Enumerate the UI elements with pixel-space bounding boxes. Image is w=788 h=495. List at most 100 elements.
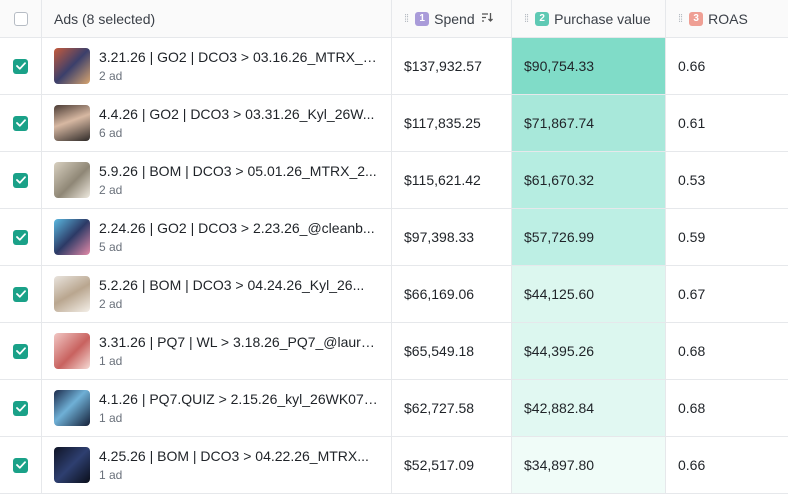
roas-value: 0.66 (678, 58, 706, 74)
checkmark-icon (15, 62, 26, 70)
ad-cell[interactable]: 5.9.26 | BOM | DCO3 > 05.01.26_MTRX_2...… (42, 152, 392, 208)
drag-handle-icon[interactable]: ⁞⁞ (524, 13, 529, 25)
metric-badge: 1 (415, 11, 430, 26)
ad-count: 6 ad (99, 126, 123, 140)
ad-cell[interactable]: 4.25.26 | BOM | DCO3 > 04.22.26_MTRX... … (42, 437, 392, 493)
ad-thumbnail-image[interactable] (54, 162, 90, 198)
ad-thumbnail-image[interactable] (54, 333, 90, 369)
ad-thumbnail-image[interactable] (54, 219, 90, 255)
row-checkbox[interactable] (13, 400, 28, 416)
row-checkbox[interactable] (13, 115, 28, 131)
checkmark-icon (15, 233, 26, 241)
column-header-purchase-value[interactable]: ⁞⁞ 2 Purchase value (512, 0, 666, 37)
row-checkbox[interactable] (13, 286, 28, 302)
table-row[interactable]: 4.1.26 | PQ7.QUIZ > 2.15.26_kyl_26WK07_.… (0, 380, 788, 437)
spend-value: $97,398.33 (404, 229, 475, 245)
ad-cell[interactable]: 5.2.26 | BOM | DCO3 > 04.24.26_Kyl_26...… (42, 266, 392, 322)
checkmark-icon (15, 404, 26, 412)
row-select-cell[interactable] (0, 209, 42, 265)
table-row[interactable]: 4.25.26 | BOM | DCO3 > 04.22.26_MTRX... … (0, 437, 788, 494)
purchase-value: $71,867.74 (524, 115, 595, 131)
row-checkbox[interactable] (13, 457, 28, 473)
spend-value: $117,835.25 (404, 115, 481, 131)
purchase-value-cell: $90,754.33 (512, 38, 666, 94)
column-header-spend[interactable]: ⁞⁞ 1 Spend (392, 0, 512, 37)
purchase-value: $44,395.26 (524, 343, 595, 359)
purchase-value-cell: $71,867.74 (512, 95, 666, 151)
purchase-value: $34,897.80 (524, 457, 595, 473)
ad-count: 1 ad (99, 468, 123, 482)
purchase-value-cell: $44,395.26 (512, 323, 666, 379)
spend-cell: $117,835.25 (392, 95, 512, 151)
select-all-cell[interactable] (0, 0, 42, 37)
purchase-value-header-label: Purchase value (554, 10, 651, 27)
table-row[interactable]: 5.9.26 | BOM | DCO3 > 05.01.26_MTRX_2...… (0, 152, 788, 209)
roas-value: 0.68 (678, 343, 706, 359)
ad-name[interactable]: 4.25.26 | BOM | DCO3 > 04.22.26_MTRX... (99, 448, 369, 464)
roas-value: 0.59 (678, 229, 706, 245)
checkmark-icon (15, 461, 26, 469)
column-header-roas[interactable]: ⁞⁞ 3 ROAS (666, 0, 788, 37)
roas-value: 0.53 (678, 172, 706, 188)
roas-cell: 0.67 (666, 266, 788, 322)
row-select-cell[interactable] (0, 152, 42, 208)
roas-cell: 0.66 (666, 38, 788, 94)
row-select-cell[interactable] (0, 38, 42, 94)
roas-value: 0.66 (678, 457, 706, 473)
table-row[interactable]: 5.2.26 | BOM | DCO3 > 04.24.26_Kyl_26...… (0, 266, 788, 323)
checkmark-icon (15, 290, 26, 298)
ad-cell[interactable]: 4.1.26 | PQ7.QUIZ > 2.15.26_kyl_26WK07_.… (42, 380, 392, 436)
drag-handle-icon[interactable]: ⁞⁞ (678, 13, 683, 25)
ad-name[interactable]: 4.4.26 | GO2 | DCO3 > 03.31.26_Kyl_26W..… (99, 106, 374, 122)
purchase-value-cell: $42,882.84 (512, 380, 666, 436)
column-header-ads[interactable]: Ads (8 selected) (42, 0, 392, 37)
checkmark-icon (15, 347, 26, 355)
spend-value: $62,727.58 (404, 400, 475, 416)
row-select-cell[interactable] (0, 323, 42, 379)
row-checkbox[interactable] (13, 343, 28, 359)
table-row[interactable]: 2.24.26 | GO2 | DCO3 > 2.23.26_@cleanb..… (0, 209, 788, 266)
ad-thumbnail-image[interactable] (54, 447, 90, 483)
spend-value: $137,932.57 (404, 58, 482, 74)
spend-cell: $62,727.58 (392, 380, 512, 436)
purchase-value-cell: $34,897.80 (512, 437, 666, 493)
ad-count: 1 ad (99, 411, 123, 425)
ad-cell[interactable]: 2.24.26 | GO2 | DCO3 > 2.23.26_@cleanb..… (42, 209, 392, 265)
ad-name[interactable]: 3.21.26 | GO2 | DCO3 > 03.16.26_MTRX_2..… (99, 49, 381, 65)
ad-count: 2 ad (99, 183, 123, 197)
row-select-cell[interactable] (0, 437, 42, 493)
purchase-value: $42,882.84 (524, 400, 595, 416)
ad-thumbnail-image[interactable] (54, 105, 90, 141)
row-select-cell[interactable] (0, 95, 42, 151)
ad-name[interactable]: 5.9.26 | BOM | DCO3 > 05.01.26_MTRX_2... (99, 163, 377, 179)
table-row[interactable]: 4.4.26 | GO2 | DCO3 > 03.31.26_Kyl_26W..… (0, 95, 788, 152)
checkmark-icon (15, 176, 26, 184)
ad-cell[interactable]: 3.31.26 | PQ7 | WL > 3.18.26_PQ7_@lauren… (42, 323, 392, 379)
ads-header-label: Ads (8 selected) (54, 10, 156, 27)
ad-cell[interactable]: 4.4.26 | GO2 | DCO3 > 03.31.26_Kyl_26W..… (42, 95, 392, 151)
row-checkbox[interactable] (13, 172, 28, 188)
ad-thumbnail-image[interactable] (54, 390, 90, 426)
metric-badge: 2 (535, 11, 550, 26)
row-checkbox[interactable] (13, 58, 28, 74)
ad-name[interactable]: 3.31.26 | PQ7 | WL > 3.18.26_PQ7_@lauren… (99, 334, 381, 350)
drag-handle-icon[interactable]: ⁞⁞ (404, 13, 409, 25)
ad-name[interactable]: 5.2.26 | BOM | DCO3 > 04.24.26_Kyl_26... (99, 277, 364, 293)
ad-thumbnail-image[interactable] (54, 276, 90, 312)
row-checkbox[interactable] (13, 229, 28, 245)
ad-cell[interactable]: 3.21.26 | GO2 | DCO3 > 03.16.26_MTRX_2..… (42, 38, 392, 94)
ad-name[interactable]: 4.1.26 | PQ7.QUIZ > 2.15.26_kyl_26WK07_.… (99, 391, 381, 407)
row-select-cell[interactable] (0, 266, 42, 322)
sort-descending-icon[interactable] (481, 12, 493, 26)
purchase-value: $44,125.60 (524, 286, 595, 302)
select-all-checkbox[interactable] (13, 11, 28, 26)
row-select-cell[interactable] (0, 380, 42, 436)
roas-cell: 0.59 (666, 209, 788, 265)
spend-value: $52,517.09 (404, 457, 475, 473)
table-row[interactable]: 3.21.26 | GO2 | DCO3 > 03.16.26_MTRX_2..… (0, 38, 788, 95)
ad-thumbnail-image[interactable] (54, 48, 90, 84)
ad-name[interactable]: 2.24.26 | GO2 | DCO3 > 2.23.26_@cleanb..… (99, 220, 375, 236)
ad-count: 2 ad (99, 297, 123, 311)
table-row[interactable]: 3.31.26 | PQ7 | WL > 3.18.26_PQ7_@lauren… (0, 323, 788, 380)
purchase-value: $61,670.32 (524, 172, 595, 188)
